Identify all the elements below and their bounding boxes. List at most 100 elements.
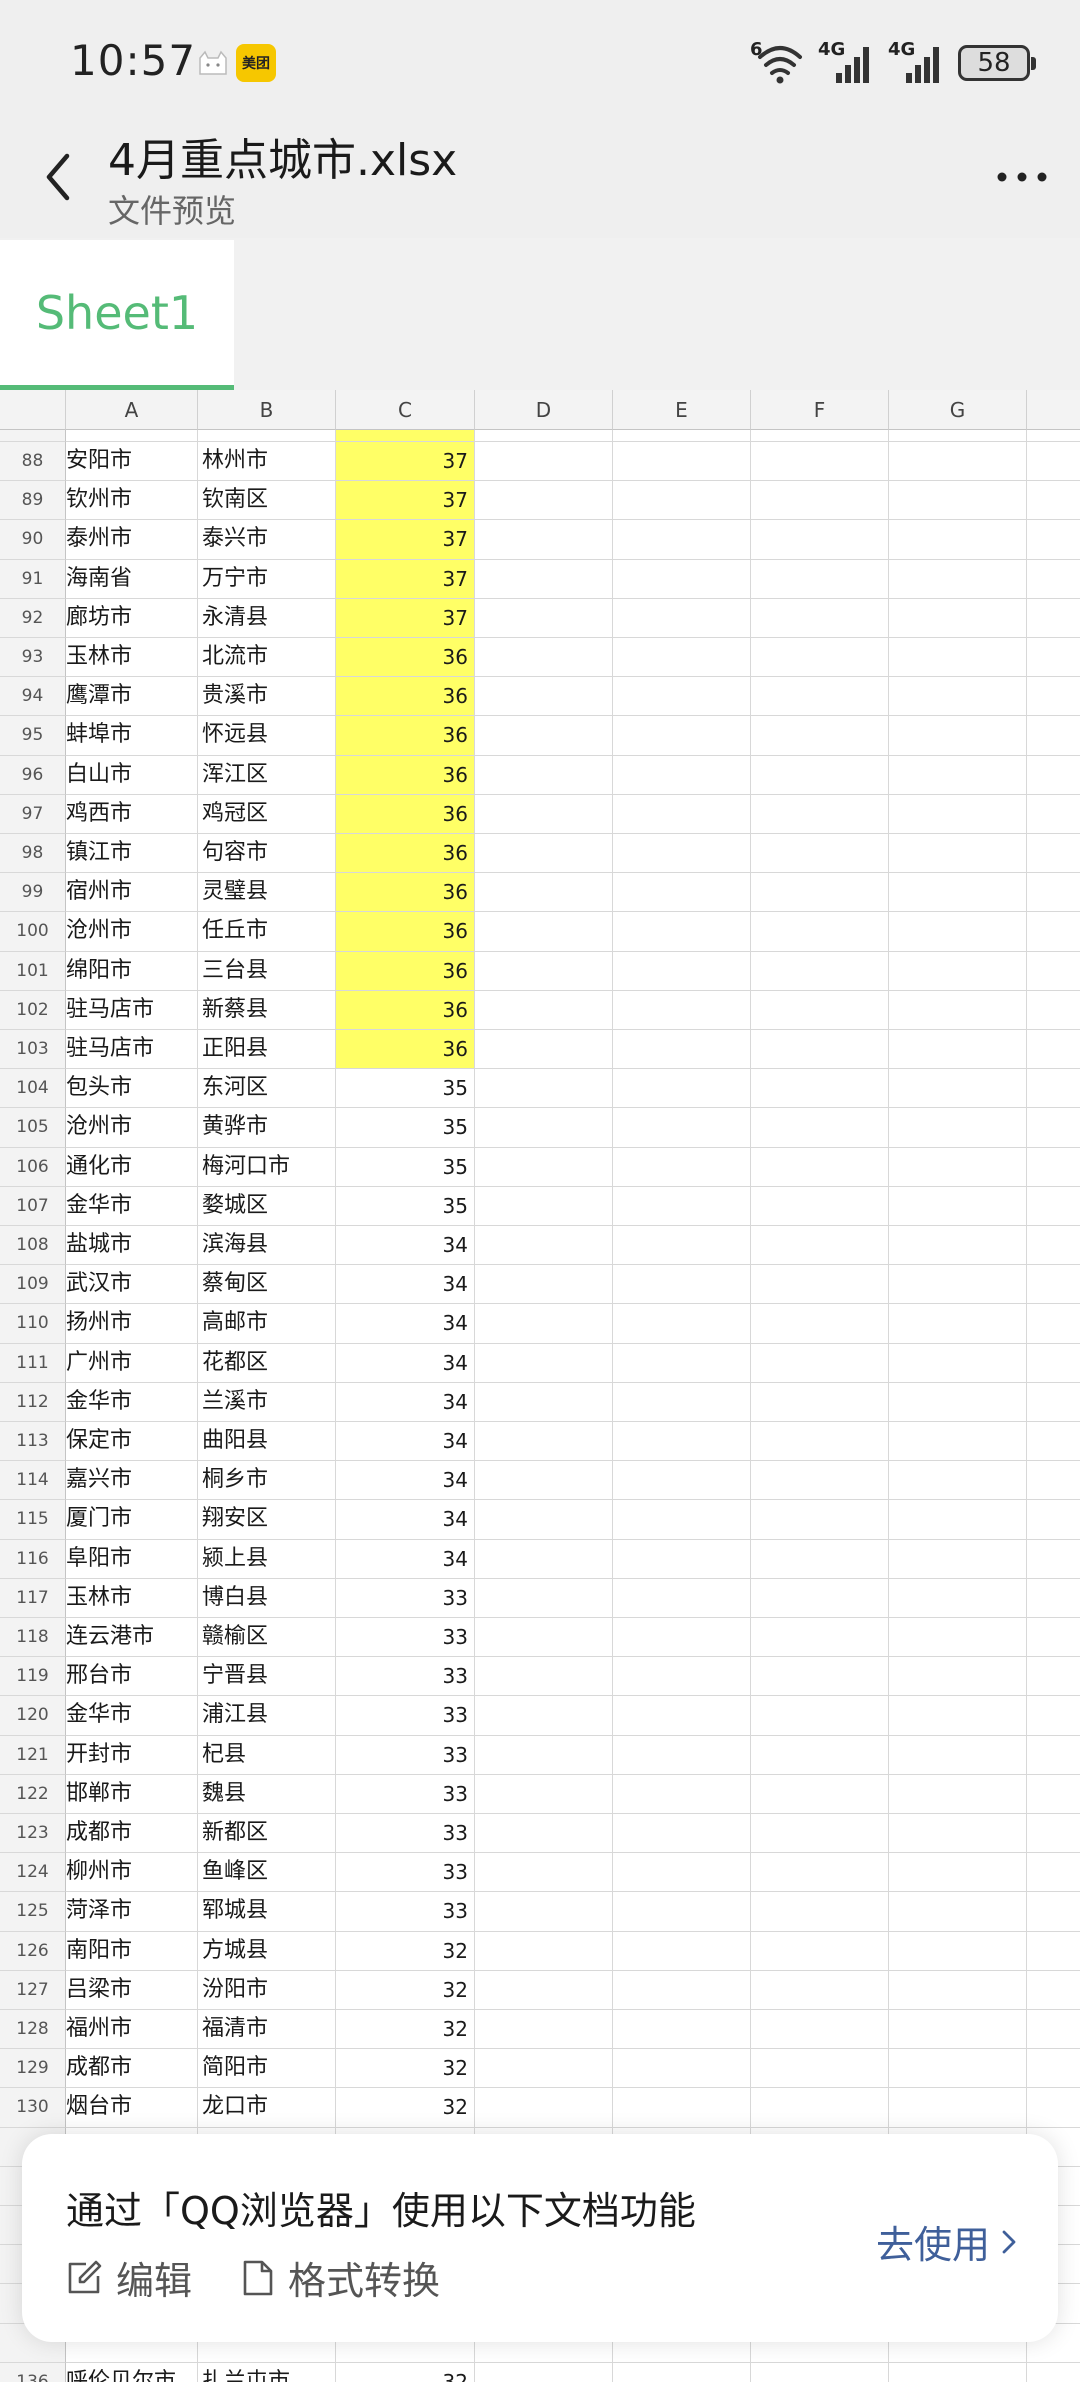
cell-a[interactable]: 沧州市 xyxy=(66,1108,198,1148)
cell-f[interactable] xyxy=(751,2362,889,2382)
table-row[interactable]: 129 成都市 简阳市 32 xyxy=(0,2049,1080,2089)
cell-d[interactable] xyxy=(475,442,613,482)
row-number[interactable]: 100 xyxy=(0,912,66,952)
cell-a[interactable]: 盐城市 xyxy=(66,1226,198,1266)
table-row[interactable]: 136 呼伦贝尔市 扎兰屯市 32 xyxy=(0,2362,1080,2382)
row-number[interactable]: 130 xyxy=(0,2088,66,2128)
row-number[interactable]: 123 xyxy=(0,1814,66,1854)
cell-g[interactable] xyxy=(889,2010,1027,2050)
table-row[interactable]: 97 鸡西市 鸡冠区 36 xyxy=(0,794,1080,834)
table-row[interactable]: 106 通化市 梅河口市 35 xyxy=(0,1147,1080,1187)
cell-b[interactable]: 钦南区 xyxy=(198,481,336,521)
more-options-button[interactable] xyxy=(992,152,1052,202)
cell-a[interactable]: 南阳市 xyxy=(66,1931,198,1971)
cell-b[interactable]: 杞县 xyxy=(198,1735,336,1775)
cell-e[interactable] xyxy=(613,1500,751,1540)
cell-h[interactable] xyxy=(1027,1971,1080,2010)
cell-h[interactable] xyxy=(1027,2049,1080,2089)
cell-h[interactable] xyxy=(1027,873,1080,913)
cell-b[interactable]: 方城县 xyxy=(198,1931,336,1971)
cell-d[interactable] xyxy=(475,1382,613,1422)
row-number[interactable]: 106 xyxy=(0,1147,66,1187)
cell-g[interactable] xyxy=(889,1030,1027,1070)
cell-b[interactable]: 贵溪市 xyxy=(198,677,336,717)
cell-f[interactable] xyxy=(751,1265,889,1305)
cell-e[interactable] xyxy=(613,2049,751,2089)
cell-g[interactable] xyxy=(889,794,1027,834)
cell-a[interactable]: 阜阳市 xyxy=(66,1539,198,1579)
cell-d[interactable] xyxy=(475,1774,613,1814)
cell-h[interactable] xyxy=(1027,638,1080,678)
cell-h[interactable] xyxy=(1027,1422,1080,1462)
column-header-c[interactable]: C xyxy=(336,390,475,430)
cell-c[interactable]: 32 xyxy=(336,1931,475,1971)
row-number[interactable]: 104 xyxy=(0,1069,66,1109)
cell-d[interactable] xyxy=(475,1147,613,1187)
cell-h[interactable] xyxy=(1027,834,1080,874)
row-number[interactable]: 98 xyxy=(0,834,66,874)
row-number[interactable]: 90 xyxy=(0,520,66,560)
cell-a[interactable]: 广州市 xyxy=(66,1343,198,1383)
row-number[interactable]: 122 xyxy=(0,1774,66,1814)
cell-c[interactable]: 34 xyxy=(336,1265,475,1305)
cell-e[interactable] xyxy=(613,1108,751,1148)
table-row[interactable]: 95 蚌埠市 怀远县 36 xyxy=(0,716,1080,756)
cell-c[interactable]: 36 xyxy=(336,873,475,913)
cell-d[interactable] xyxy=(475,598,613,638)
cell-d[interactable] xyxy=(475,2049,613,2089)
table-row[interactable]: 120 金华市 浦江县 33 xyxy=(0,1696,1080,1736)
cell-d[interactable] xyxy=(475,1578,613,1618)
table-row[interactable]: 121 开封市 杞县 33 xyxy=(0,1735,1080,1775)
cell-e[interactable] xyxy=(613,1657,751,1697)
row-number[interactable]: 120 xyxy=(0,1696,66,1736)
column-header-d[interactable]: D xyxy=(475,390,613,430)
cell-f[interactable] xyxy=(751,1618,889,1658)
cell-g[interactable] xyxy=(889,1304,1027,1344)
cell-e[interactable] xyxy=(613,912,751,952)
cell-a[interactable]: 金华市 xyxy=(66,1186,198,1226)
cell-g[interactable] xyxy=(889,1186,1027,1226)
cell-b[interactable]: 林州市 xyxy=(198,442,336,482)
cell-f[interactable] xyxy=(751,1304,889,1344)
table-row[interactable]: 125 菏泽市 郓城县 33 xyxy=(0,1892,1080,1932)
cell-b[interactable]: 北流市 xyxy=(198,638,336,678)
cell-a[interactable]: 玉林市 xyxy=(66,638,198,678)
cell-e[interactable] xyxy=(613,1186,751,1226)
row-number[interactable]: 89 xyxy=(0,481,66,521)
cell-c[interactable]: 33 xyxy=(336,1814,475,1854)
row-number[interactable]: 99 xyxy=(0,873,66,913)
cell-h[interactable] xyxy=(1027,481,1080,521)
cell-d[interactable] xyxy=(475,1030,613,1070)
cell-b[interactable]: 高邮市 xyxy=(198,1304,336,1344)
table-row[interactable]: 111 广州市 花都区 34 xyxy=(0,1343,1080,1383)
row-number[interactable]: 92 xyxy=(0,598,66,638)
table-row[interactable]: 109 武汉市 蔡甸区 34 xyxy=(0,1265,1080,1305)
cell-f[interactable] xyxy=(751,1931,889,1971)
cell-a[interactable]: 鹰潭市 xyxy=(66,677,198,717)
cell-f[interactable] xyxy=(751,1657,889,1697)
cell-f[interactable] xyxy=(751,638,889,678)
table-row[interactable]: 127 吕梁市 汾阳市 32 xyxy=(0,1970,1080,2010)
cell-e[interactable] xyxy=(613,1147,751,1187)
cell-f[interactable] xyxy=(751,1774,889,1814)
cell-h[interactable] xyxy=(1027,1618,1080,1658)
cell-b[interactable]: 简阳市 xyxy=(198,2049,336,2089)
cell-f[interactable] xyxy=(751,2049,889,2089)
cell-b[interactable]: 滨海县 xyxy=(198,1226,336,1266)
cell-a[interactable]: 邢台市 xyxy=(66,1657,198,1697)
cell-f[interactable] xyxy=(751,442,889,482)
cell-d[interactable] xyxy=(475,1422,613,1462)
row-number[interactable]: 107 xyxy=(0,1186,66,1226)
cell-h[interactable] xyxy=(1027,520,1080,560)
cell-b[interactable]: 浦江县 xyxy=(198,1696,336,1736)
row-number[interactable]: 111 xyxy=(0,1343,66,1383)
cell-c[interactable]: 33 xyxy=(336,1618,475,1658)
table-row[interactable]: 88 安阳市 林州市 37 xyxy=(0,442,1080,482)
cell-h[interactable] xyxy=(1027,2088,1080,2128)
row-number[interactable]: 105 xyxy=(0,1108,66,1148)
cell-h[interactable] xyxy=(1027,1030,1080,1070)
cell-b[interactable]: 任丘市 xyxy=(198,912,336,952)
table-row[interactable]: 91 海南省 万宁市 37 xyxy=(0,559,1080,599)
cell-e[interactable] xyxy=(613,2010,751,2050)
cell-f[interactable] xyxy=(751,873,889,913)
